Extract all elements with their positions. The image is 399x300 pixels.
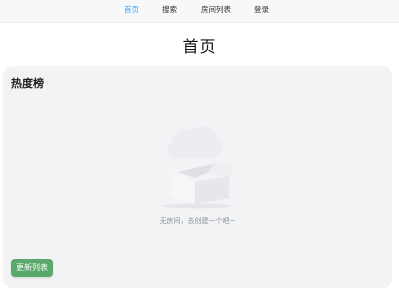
top-navigation: 首页 搜索 房间列表 登录 — [0, 0, 399, 23]
empty-box-icon — [151, 118, 243, 210]
hot-ranking-card: 热度榜 无房间，去创建一个吧~ 更新列表 — [3, 66, 392, 288]
card-title: 热度榜 — [11, 77, 44, 90]
nav-item-login[interactable]: 登录 — [254, 4, 269, 15]
nav-item-home[interactable]: 首页 — [124, 4, 139, 15]
refresh-list-button[interactable]: 更新列表 — [11, 259, 53, 277]
page-title: 首页 — [182, 37, 217, 56]
nav-item-search[interactable]: 搜索 — [162, 4, 177, 15]
empty-state-text: 无房间，去创建一个吧~ — [159, 217, 236, 225]
nav-item-room-list[interactable]: 房间列表 — [201, 4, 231, 15]
